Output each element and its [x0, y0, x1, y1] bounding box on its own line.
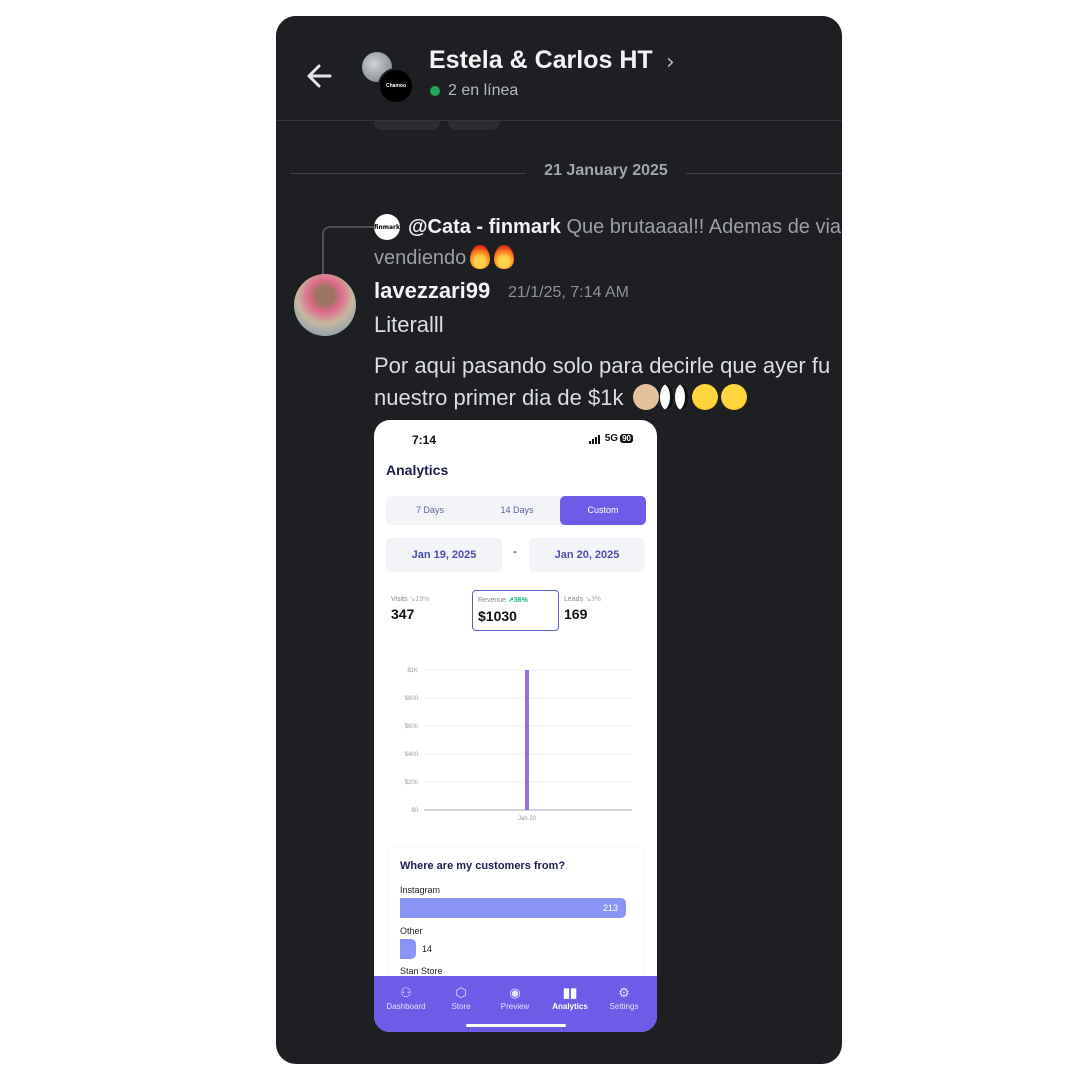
chart-bar[interactable] [525, 670, 529, 810]
online-status-icon [430, 86, 440, 96]
reply-avatar[interactable]: finmark [374, 214, 400, 240]
y-tick-label: $0 [411, 808, 418, 814]
gear-icon: ⚙ [618, 985, 630, 1000]
source-value: 14 [422, 944, 433, 954]
reply-snippet-continued: vendiendo [374, 247, 467, 269]
dashboard-icon: ⚇ [400, 985, 412, 1000]
reply-preview[interactable]: @Cata - finmark Que brutaaaal!! Ademas d… [408, 216, 842, 239]
bar-chart-icon: ▮▮ [562, 985, 578, 1000]
home-indicator [466, 1024, 566, 1027]
message-line: nuestro primer dia de $1k [374, 382, 842, 414]
nav-label: Analytics [552, 1002, 588, 1011]
fire-emoji-icon [470, 245, 491, 269]
nav-analytics[interactable]: ▮▮ Analytics [542, 984, 598, 1011]
source-bar [400, 939, 416, 959]
source-label: Stan Store [400, 966, 443, 976]
date-divider-line [686, 173, 842, 174]
source-label: Instagram [400, 885, 441, 895]
eye-icon: ◉ [509, 985, 521, 1000]
y-tick-label: $800 [405, 696, 419, 702]
money-mouth-emoji-icon [720, 384, 747, 410]
x-tick-label: Jan 20 [518, 816, 537, 822]
message-timestamp: 21/1/25, 7:14 AM [508, 284, 629, 301]
group-avatar-secondary: Chamoo [378, 68, 414, 104]
y-tick-label: $600 [405, 724, 419, 730]
source-bar: 213 [400, 898, 626, 918]
chat-title[interactable]: Estela & Carlos HT [429, 46, 653, 75]
revenue-chart: $0 $200 $400 $600 $800 $1K Jan 20 [405, 668, 632, 822]
reply-connector [322, 226, 374, 278]
reply-snippet: Que brutaaaal!! Ademas de via [566, 216, 842, 238]
date-divider: 21 January 2025 [544, 162, 668, 179]
money-mouth-emoji-icon [691, 384, 718, 410]
nav-settings[interactable]: ⚙ Settings [596, 984, 652, 1011]
y-tick-label: $200 [405, 780, 419, 786]
reply-preview-continued: vendiendo [374, 245, 515, 270]
nav-preview[interactable]: ◉ Preview [487, 984, 543, 1011]
reaction-chip[interactable] [374, 120, 440, 130]
message-text: Por aqui pasando solo para decirle que a… [374, 350, 842, 414]
attached-screenshot[interactable]: 7:14 5G 90 Analytics 7 Days 14 Days Custo… [374, 420, 657, 1032]
online-count: 2 en línea [448, 82, 519, 99]
chevron-right-icon[interactable]: › [666, 50, 675, 75]
user-avatar[interactable] [294, 274, 356, 336]
clapping-emoji-icon [632, 384, 659, 410]
eyes-emoji-icon [659, 384, 674, 410]
nav-label: Store [451, 1002, 471, 1011]
username[interactable]: lavezzari99 [374, 278, 490, 304]
chat-header: Chamoo Estela & Carlos HT › 2 en línea [276, 16, 842, 121]
nav-label: Dashboard [386, 1002, 426, 1011]
store-icon: ⬡ [455, 985, 467, 1000]
y-tick-label: $1K [407, 668, 418, 674]
customers-title: Where are my customers from? [400, 860, 566, 872]
y-tick-label: $400 [405, 752, 419, 758]
reply-author: @Cata - finmark [408, 216, 561, 238]
fire-emoji-icon [494, 245, 515, 269]
nav-label: Settings [609, 1002, 639, 1011]
source-label: Other [400, 926, 423, 936]
nav-label: Preview [500, 1002, 530, 1011]
nav-dashboard[interactable]: ⚇ Dashboard [378, 984, 434, 1011]
date-divider-line [290, 173, 526, 174]
message-text: Literalll [374, 312, 444, 337]
reaction-chip[interactable] [448, 120, 500, 130]
chat-window: Chamoo Estela & Carlos HT › 2 en línea 2… [276, 16, 842, 1064]
eyes-emoji-icon [674, 384, 689, 410]
message-line: Por aqui pasando solo para decirle que a… [374, 353, 831, 378]
message-line-text: nuestro primer dia de $1k [374, 385, 624, 410]
nav-store[interactable]: ⬡ Store [433, 984, 489, 1011]
back-arrow-icon[interactable] [302, 58, 338, 94]
